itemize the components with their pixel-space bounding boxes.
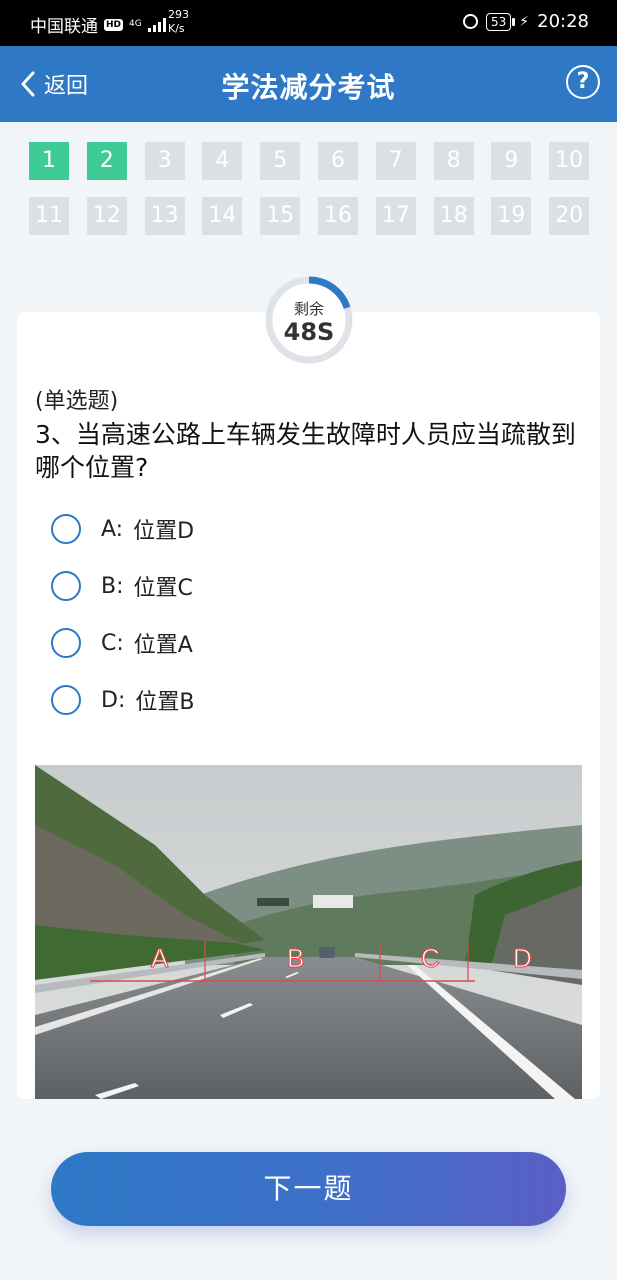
question-number-16[interactable]: 16 (317, 197, 358, 235)
question-number-8[interactable]: 8 (433, 142, 474, 180)
alarm-icon (463, 14, 478, 29)
option-text: 位置D (133, 519, 195, 544)
question-number-18[interactable]: 18 (433, 197, 474, 235)
option-text: 位置C (133, 576, 193, 601)
question-text: 3、当高速公路上车辆发生故障时人员应当疏散到哪个位置? (35, 420, 576, 482)
radio-icon[interactable] (51, 628, 81, 658)
question-number-11[interactable]: 11 (29, 197, 69, 235)
option-d[interactable]: D: 位置B (51, 683, 194, 717)
photo-marker-c: C (421, 943, 440, 973)
question-number-6[interactable]: 6 (317, 142, 358, 180)
clock: 20:28 (537, 11, 589, 32)
option-letter: B: (101, 573, 124, 599)
page-title: 学法减分考试 (221, 71, 396, 104)
help-icon[interactable]: ? (566, 65, 600, 99)
question-number-4[interactable]: 4 (202, 142, 243, 180)
charging-icon: ⚡ (519, 13, 530, 30)
battery-icon: 53 (486, 12, 516, 31)
question-number-1[interactable]: 1 (29, 142, 69, 180)
question-number-10[interactable]: 10 (549, 142, 590, 180)
option-letter: D: (101, 687, 126, 713)
radio-icon[interactable] (51, 685, 81, 715)
signal-icon (147, 17, 166, 32)
app-header: 返回 学法减分考试 ? (0, 46, 617, 122)
radio-icon[interactable] (51, 571, 81, 601)
question-number-2[interactable]: 2 (86, 142, 127, 180)
option-letter: C: (101, 630, 124, 656)
option-letter: A: (101, 516, 124, 542)
photo-marker-d: D (513, 943, 532, 973)
network-speed: 293 K/s (168, 8, 189, 36)
carrier-name: 中国联通 (30, 17, 98, 37)
countdown-timer: 剩余 48S (262, 273, 356, 367)
option-c[interactable]: C: 位置A (51, 626, 193, 660)
highway-photo: A B C D (35, 765, 582, 1099)
question-number-14[interactable]: 14 (202, 197, 243, 235)
option-text: 位置B (135, 690, 195, 715)
question-number-3[interactable]: 3 (144, 142, 185, 180)
question-number-15[interactable]: 15 (260, 197, 301, 235)
question-number-12[interactable]: 12 (86, 197, 127, 235)
question-number-5[interactable]: 5 (260, 142, 301, 180)
question-number-20[interactable]: 20 (549, 197, 590, 235)
hd-badge: HD (104, 18, 124, 31)
status-left: 中国联通 HD 4G (30, 12, 166, 37)
speed-value: 293 (168, 8, 189, 21)
question-number-grid: 1 2 3 4 5 6 7 8 9 10 11 12 13 14 15 16 17 18 19 20 (29, 142, 590, 235)
speed-unit: K/s (168, 22, 185, 35)
timer-value: 48S (283, 318, 335, 346)
status-bar: 中国联通 HD 4G 293 K/s 53 ⚡ 20:28 (0, 0, 617, 46)
option-a[interactable]: A: 位置D (51, 512, 194, 546)
question-number-17[interactable]: 17 (375, 197, 416, 235)
question-number-13[interactable]: 13 (144, 197, 185, 235)
option-text: 位置A (133, 633, 193, 658)
network-type: 4G (129, 19, 142, 29)
highway-illustration: A B C D (35, 765, 582, 1099)
question-number-19[interactable]: 19 (491, 197, 532, 235)
question-type: (单选题) (35, 389, 119, 414)
radio-icon[interactable] (51, 514, 81, 544)
photo-marker-b: B (287, 943, 304, 973)
next-question-button[interactable]: 下一题 (51, 1152, 566, 1226)
question-number-7[interactable]: 7 (375, 142, 416, 180)
option-b[interactable]: B: 位置C (51, 569, 193, 603)
photo-marker-a: A (151, 943, 169, 973)
status-right: 53 ⚡ 20:28 (463, 11, 589, 32)
question-number-9[interactable]: 9 (491, 142, 532, 180)
timer-label: 剩余 (293, 300, 324, 318)
